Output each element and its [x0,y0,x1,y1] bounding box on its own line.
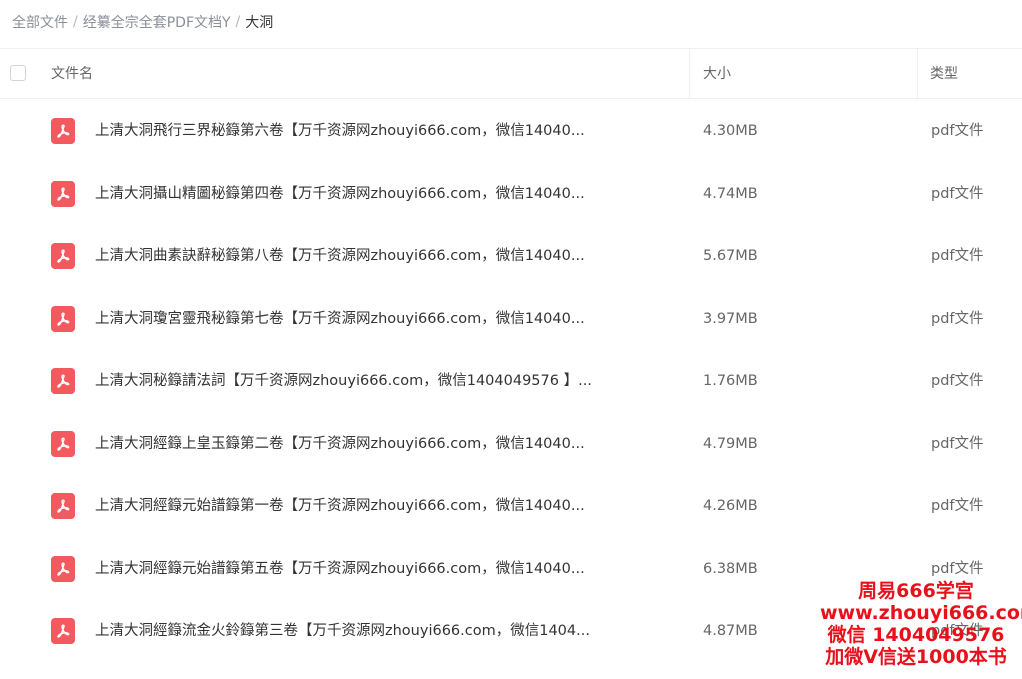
pdf-file-icon [51,618,75,644]
table-row[interactable]: 上清大洞秘籙請法詞【万千资源网zhouyi666.com，微信140404957… [0,350,1022,413]
file-size: 6.38MB [703,560,758,577]
file-name-link[interactable]: 上清大洞攝山精圖秘籙第四卷【万千资源网zhouyi666.com，微信14040… [95,183,585,205]
breadcrumb-current: 大洞 [245,15,274,31]
file-type: pdf文件 [931,373,984,389]
file-size: 4.79MB [703,435,758,452]
pdf-file-icon [51,555,75,582]
file-browser: 全部文件 / 经纂全宗全套PDF文档Y / 大洞 文件名 大小 类型 上清大洞飛… [0,0,1022,679]
pdf-file-icon [51,118,75,144]
watermark-line: 周易666学宫 [858,580,974,602]
file-list: 上清大洞飛行三界秘籙第六卷【万千资源网zhouyi666.com，微信14040… [0,100,1022,663]
file-name-link[interactable]: 上清大洞經籙流金火鈴籙第三卷【万千资源网zhouyi666.com，微信1404… [95,620,590,642]
file-type: pdf文件 [931,498,984,514]
column-divider[interactable] [917,49,918,99]
file-type: pdf文件 [931,248,984,264]
watermark-line: www.zhouyi666.com [820,602,1022,624]
file-name-link[interactable]: 上清大洞經籙元始譜籙第五卷【万千资源网zhouyi666.com，微信14040… [95,558,585,580]
watermark: 周易666学宫 www.zhouyi666.com 微信 1404049576 … [820,580,1022,668]
watermark-line: 加微V信送1000本书 [825,646,1007,668]
breadcrumb-root[interactable]: 全部文件 [12,12,68,32]
pdf-file-icon [51,305,75,332]
table-row[interactable]: 上清大洞瓊宮靈飛秘籙第七卷【万千资源网zhouyi666.com，微信14040… [0,288,1022,351]
file-name-link[interactable]: 上清大洞經籙上皇玉籙第二卷【万千资源网zhouyi666.com，微信14040… [95,433,585,455]
column-header-type[interactable]: 类型 [930,65,958,83]
column-divider[interactable] [689,49,690,99]
table-row[interactable]: 上清大洞飛行三界秘籙第六卷【万千资源网zhouyi666.com，微信14040… [0,100,1022,163]
pdf-file-icon [51,493,75,519]
select-all-checkbox[interactable] [10,65,26,81]
file-type: pdf文件 [931,435,984,452]
file-name-link[interactable]: 上清大洞瓊宮靈飛秘籙第七卷【万千资源网zhouyi666.com，微信14040… [95,308,585,330]
file-size: 4.74MB [703,185,758,202]
file-name-link[interactable]: 上清大洞飛行三界秘籙第六卷【万千资源网zhouyi666.com，微信14040… [95,120,585,142]
pdf-file-icon [51,243,75,269]
file-name-link[interactable]: 上清大洞曲素訣辭秘籙第八卷【万千资源网zhouyi666.com，微信14040… [95,245,585,267]
file-type: pdf文件 [931,185,984,202]
column-header-name[interactable]: 文件名 [51,65,93,83]
breadcrumb-separator: / [235,14,241,30]
pdf-file-icon [51,368,75,394]
file-size: 4.30MB [703,123,758,139]
file-size: 4.87MB [703,623,758,639]
table-row[interactable]: 上清大洞曲素訣辭秘籙第八卷【万千资源网zhouyi666.com，微信14040… [0,225,1022,288]
column-header-size[interactable]: 大小 [703,65,731,83]
table-header: 文件名 大小 类型 [0,48,1022,99]
file-size: 5.67MB [703,248,758,264]
table-row[interactable]: 上清大洞經籙元始譜籙第一卷【万千资源网zhouyi666.com，微信14040… [0,475,1022,538]
file-type: pdf文件 [931,123,984,139]
pdf-file-icon [51,430,75,457]
watermark-line: 微信 1404049576 [827,624,1005,646]
breadcrumb: 全部文件 / 经纂全宗全套PDF文档Y / 大洞 [12,12,273,32]
pdf-file-icon [51,180,75,207]
file-size: 1.76MB [703,373,758,389]
file-name-link[interactable]: 上清大洞經籙元始譜籙第一卷【万千资源网zhouyi666.com，微信14040… [95,495,585,517]
file-name-link[interactable]: 上清大洞秘籙請法詞【万千资源网zhouyi666.com，微信140404957… [95,370,592,392]
file-type: pdf文件 [931,310,984,327]
file-type: pdf文件 [931,560,984,577]
table-row[interactable]: 上清大洞經籙上皇玉籙第二卷【万千资源网zhouyi666.com，微信14040… [0,413,1022,476]
file-size: 4.26MB [703,498,758,514]
breadcrumb-separator: / [73,14,78,30]
file-size: 3.97MB [703,310,758,327]
table-row[interactable]: 上清大洞攝山精圖秘籙第四卷【万千资源网zhouyi666.com，微信14040… [0,163,1022,226]
breadcrumb-parent[interactable]: 经纂全宗全套PDF文档Y [83,12,231,32]
